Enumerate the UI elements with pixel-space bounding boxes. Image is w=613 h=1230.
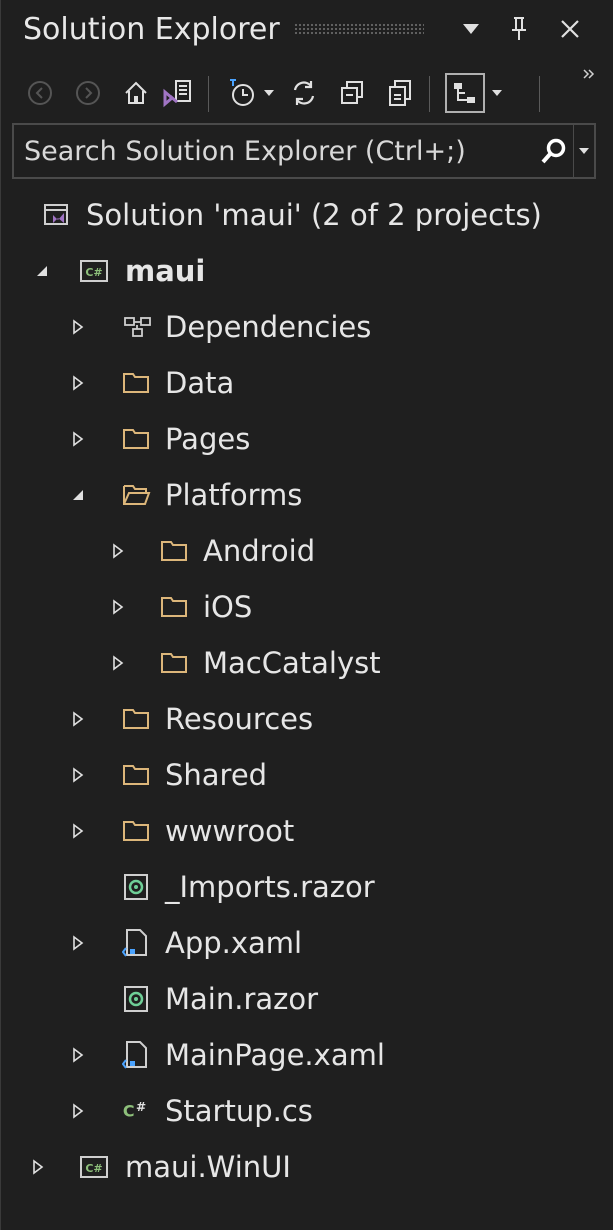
toolbar-overflow-icon[interactable] bbox=[579, 64, 599, 84]
collapse-all-icon[interactable] bbox=[335, 76, 369, 110]
tree-item-mainpage-xaml[interactable]: MainPage.xaml bbox=[1, 1030, 613, 1080]
svg-text:C: C bbox=[123, 1102, 135, 1121]
csharp-project-icon: C# bbox=[79, 256, 109, 286]
tree-item-imports-razor[interactable]: _Imports.razor bbox=[1, 862, 613, 912]
xaml-file-icon bbox=[121, 1040, 151, 1070]
svg-text:C#: C# bbox=[85, 266, 102, 279]
tree-item-startup-cs[interactable]: C # Startup.cs bbox=[1, 1086, 613, 1136]
tree-item-pages-folder[interactable]: Pages bbox=[1, 414, 613, 464]
tree-item-label: maui bbox=[125, 254, 206, 288]
collapsed-arrow-icon[interactable] bbox=[107, 538, 129, 564]
tree-item-label: Main.razor bbox=[165, 982, 319, 1016]
toolbar-separator bbox=[429, 76, 430, 112]
tree-item-platforms-folder[interactable]: Platforms bbox=[1, 470, 613, 520]
csharp-project-icon: C# bbox=[79, 1152, 109, 1182]
razor-file-icon bbox=[121, 872, 151, 902]
tree-item-main-razor[interactable]: Main.razor bbox=[1, 974, 613, 1024]
folder-icon bbox=[121, 368, 151, 398]
tree-item-label: Shared bbox=[165, 758, 268, 792]
window-position-dropdown-icon[interactable] bbox=[456, 12, 486, 46]
switch-views-icon[interactable] bbox=[161, 76, 195, 110]
toolbar-separator bbox=[539, 76, 540, 112]
collapsed-arrow-icon[interactable] bbox=[67, 1042, 89, 1068]
tree-item-maui-winui-project[interactable]: C# maui.WinUI bbox=[1, 1142, 613, 1192]
xaml-file-icon bbox=[121, 928, 151, 958]
collapsed-arrow-icon[interactable] bbox=[107, 650, 129, 676]
solution-explorer-panel: Solution Explorer Search Solution Explor… bbox=[0, 0, 613, 1230]
tree-item-label: Platforms bbox=[165, 478, 303, 512]
search-input[interactable] bbox=[14, 134, 540, 168]
open-folder-icon bbox=[121, 480, 151, 510]
folder-icon bbox=[159, 536, 189, 566]
close-icon[interactable] bbox=[555, 12, 585, 46]
forward-icon[interactable] bbox=[71, 76, 105, 110]
tree-item-label: Android bbox=[203, 534, 316, 568]
tree-item-label: App.xaml bbox=[165, 926, 303, 960]
dependencies-icon bbox=[123, 312, 153, 342]
preview-selected-items-icon[interactable] bbox=[445, 73, 485, 113]
drag-grip[interactable] bbox=[293, 23, 424, 35]
tree-item-dependencies[interactable]: Dependencies bbox=[1, 302, 613, 352]
tree-item-label: Startup.cs bbox=[165, 1094, 313, 1128]
back-icon[interactable] bbox=[23, 76, 57, 110]
tree-item-label: Pages bbox=[165, 422, 251, 456]
tree-item-label: MacCatalyst bbox=[203, 646, 381, 680]
search-icon[interactable] bbox=[536, 133, 572, 169]
tree-item-label: Dependencies bbox=[165, 310, 372, 344]
tree-item-label: wwwroot bbox=[165, 814, 295, 848]
collapsed-arrow-icon[interactable] bbox=[107, 594, 129, 620]
search-box bbox=[12, 123, 596, 179]
pending-changes-filter-icon[interactable] bbox=[225, 76, 259, 110]
filter-dropdown-icon[interactable] bbox=[259, 76, 279, 110]
toolbar bbox=[1, 62, 613, 122]
tree-item-maccatalyst-folder[interactable]: MacCatalyst bbox=[1, 638, 613, 688]
folder-icon bbox=[121, 816, 151, 846]
razor-file-icon bbox=[121, 984, 151, 1014]
expanded-arrow-icon[interactable] bbox=[67, 482, 89, 508]
collapsed-arrow-icon[interactable] bbox=[67, 314, 89, 340]
expanded-arrow-icon[interactable] bbox=[31, 258, 53, 284]
tree-item-app-xaml[interactable]: App.xaml bbox=[1, 918, 613, 968]
panel-title: Solution Explorer bbox=[23, 11, 280, 47]
folder-icon bbox=[121, 424, 151, 454]
tree-item-label: _Imports.razor bbox=[165, 870, 375, 904]
tree-item-label: Solution 'maui' (2 of 2 projects) bbox=[86, 198, 542, 232]
collapsed-arrow-icon[interactable] bbox=[27, 1154, 49, 1180]
tree-item-label: maui.WinUI bbox=[125, 1150, 291, 1184]
folder-icon bbox=[121, 704, 151, 734]
svg-text:C#: C# bbox=[85, 1162, 102, 1175]
pin-icon[interactable] bbox=[504, 12, 534, 46]
collapsed-arrow-icon[interactable] bbox=[67, 370, 89, 396]
preview-dropdown-icon[interactable] bbox=[487, 76, 507, 110]
search-options-dropdown-icon[interactable] bbox=[573, 125, 594, 177]
folder-icon bbox=[159, 592, 189, 622]
tree-item-maui-project[interactable]: C# maui bbox=[1, 246, 613, 296]
tree-item-label: Data bbox=[165, 366, 235, 400]
collapsed-arrow-icon[interactable] bbox=[67, 1098, 89, 1124]
folder-icon bbox=[159, 648, 189, 678]
collapsed-arrow-icon[interactable] bbox=[67, 706, 89, 732]
tree-item-data-folder[interactable]: Data bbox=[1, 358, 613, 408]
tree-item-label: MainPage.xaml bbox=[165, 1038, 385, 1072]
tree-item-shared-folder[interactable]: Shared bbox=[1, 750, 613, 800]
csharp-file-icon: C # bbox=[121, 1096, 151, 1126]
tree-item-ios-folder[interactable]: iOS bbox=[1, 582, 613, 632]
solution-icon bbox=[41, 200, 71, 230]
tree-item-label: Resources bbox=[165, 702, 314, 736]
tree-item-label: iOS bbox=[203, 590, 253, 624]
show-all-files-icon[interactable] bbox=[383, 76, 417, 110]
tree-item-resources-folder[interactable]: Resources bbox=[1, 694, 613, 744]
toolbar-separator bbox=[208, 76, 209, 112]
collapsed-arrow-icon[interactable] bbox=[67, 762, 89, 788]
home-icon[interactable] bbox=[119, 76, 153, 110]
tree-item-wwwroot-folder[interactable]: wwwroot bbox=[1, 806, 613, 856]
collapsed-arrow-icon[interactable] bbox=[67, 930, 89, 956]
tree-item-android-folder[interactable]: Android bbox=[1, 526, 613, 576]
svg-text:#: # bbox=[136, 1100, 146, 1114]
collapsed-arrow-icon[interactable] bbox=[67, 818, 89, 844]
collapsed-arrow-icon[interactable] bbox=[67, 426, 89, 452]
sync-icon[interactable] bbox=[287, 76, 321, 110]
folder-icon bbox=[121, 760, 151, 790]
tree-item-solution[interactable]: Solution 'maui' (2 of 2 projects) bbox=[1, 190, 613, 240]
